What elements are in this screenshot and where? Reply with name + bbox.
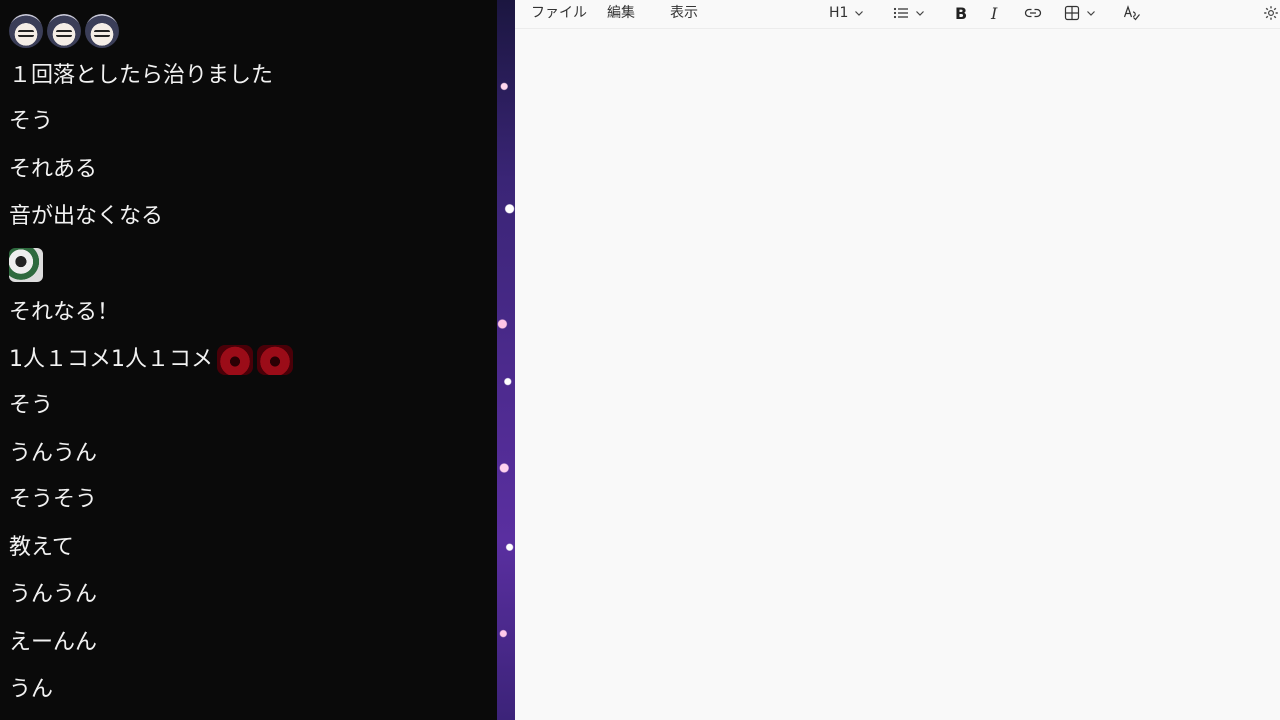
spellcheck-button[interactable] bbox=[1123, 2, 1141, 24]
link-button[interactable] bbox=[1024, 2, 1042, 24]
editor-toolbar: ファイル 編集 表示 H1 B I bbox=[515, 0, 1280, 29]
chat-message bbox=[9, 248, 43, 282]
chat-message-text: そう bbox=[9, 109, 54, 134]
chat-message: それある bbox=[9, 153, 97, 187]
red-stamp-icon bbox=[217, 345, 253, 375]
chat-message-text: それある bbox=[9, 157, 98, 182]
italic-button[interactable]: I bbox=[991, 2, 997, 24]
face-stamp-icon bbox=[9, 14, 43, 48]
face-stamp-icon bbox=[47, 14, 81, 48]
bullet-list-icon bbox=[893, 7, 908, 19]
chevron-down-icon bbox=[855, 11, 864, 16]
chat-message-text: １回落としたら治りました bbox=[9, 63, 274, 88]
chevron-down-icon bbox=[1087, 11, 1095, 16]
italic-label: I bbox=[991, 3, 998, 23]
notepad-editor: ファイル 編集 表示 H1 B I bbox=[515, 0, 1280, 720]
chat-message: うんうん bbox=[9, 437, 97, 471]
chat-message: うんうん bbox=[9, 578, 97, 612]
chat-message: 教えて bbox=[9, 531, 74, 565]
chat-message: １回落としたら治りました bbox=[9, 59, 273, 93]
bold-label: B bbox=[955, 3, 968, 23]
chat-message-text: うん bbox=[9, 677, 54, 702]
chat-message: えーんん bbox=[9, 626, 97, 660]
chat-message-text: うんうん bbox=[9, 441, 98, 466]
list-dropdown[interactable] bbox=[893, 2, 925, 24]
spellcheck-icon bbox=[1123, 5, 1140, 21]
table-dropdown[interactable] bbox=[1064, 2, 1096, 24]
chat-message-text: 教えて bbox=[9, 535, 74, 560]
chat-message: そうそう bbox=[9, 483, 97, 517]
chat-panel: １回落としたら治りました そう それある 音が出なくなる それなる！ 1人１コメ1人１コメ… bbox=[0, 0, 497, 720]
chat-message-text: そう bbox=[9, 393, 54, 418]
menu-view[interactable]: 表示 bbox=[670, 4, 698, 22]
table-icon bbox=[1064, 5, 1080, 21]
chat-message-text: 1人１コメ1人１コメ bbox=[9, 347, 213, 372]
chat-message-text: それなる！ bbox=[9, 300, 120, 325]
chat-message-text: 音が出なくなる bbox=[9, 204, 164, 229]
chat-message-text: うんうん bbox=[9, 582, 98, 607]
link-icon bbox=[1024, 8, 1042, 18]
heading-dropdown[interactable]: H1 bbox=[829, 2, 864, 24]
sakura-background-strip bbox=[497, 0, 515, 720]
chat-message: うん bbox=[9, 673, 53, 707]
menu-edit[interactable]: 編集 bbox=[607, 4, 635, 22]
menu-file[interactable]: ファイル bbox=[531, 4, 587, 22]
chat-message: それなる！ bbox=[9, 296, 119, 330]
heading-label: H1 bbox=[829, 5, 849, 21]
chat-message: 1人１コメ1人１コメ bbox=[9, 343, 293, 377]
bold-button[interactable]: B bbox=[955, 2, 967, 24]
mono-stamp-icon bbox=[9, 248, 43, 282]
settings-button[interactable] bbox=[1263, 2, 1279, 24]
document-text-area[interactable] bbox=[515, 29, 1280, 720]
chat-message-text: そうそう bbox=[9, 487, 98, 512]
chat-message bbox=[9, 14, 119, 48]
chat-message: そう bbox=[9, 389, 53, 423]
gear-icon bbox=[1264, 6, 1278, 20]
chat-message: 音が出なくなる bbox=[9, 200, 163, 234]
chat-message-text: えーんん bbox=[9, 630, 98, 655]
face-stamp-icon bbox=[85, 14, 119, 48]
chevron-down-icon bbox=[916, 11, 924, 16]
chat-message: そう bbox=[9, 105, 53, 139]
red-stamp-icon bbox=[257, 345, 293, 375]
